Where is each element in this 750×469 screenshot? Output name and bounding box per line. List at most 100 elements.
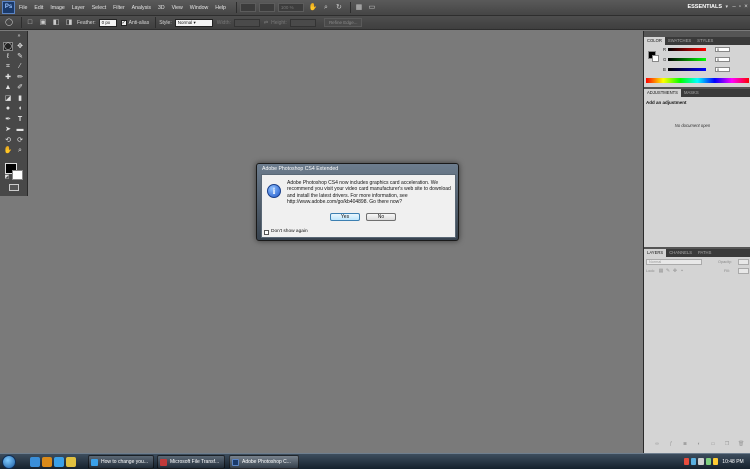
swap-icon[interactable]: ⇄	[264, 20, 268, 26]
color-spectrum-bar[interactable]	[646, 78, 749, 83]
arrange-documents-icon[interactable]: ▦	[354, 3, 364, 12]
hand-tool-icon[interactable]: ✋	[3, 146, 13, 155]
red-slider[interactable]	[668, 48, 706, 51]
dont-show-again-label[interactable]: Don't show again	[271, 229, 308, 234]
shape-tool-icon[interactable]: ▬	[15, 125, 25, 134]
tab-channels[interactable]: CHANNELS	[666, 249, 695, 257]
link-layers-icon[interactable]: ∞	[654, 441, 660, 447]
lock-transparency-icon[interactable]: ▦	[658, 268, 664, 274]
hand-tool-icon[interactable]: ✋	[308, 3, 318, 12]
menu-layer[interactable]: Layer	[72, 5, 85, 11]
yes-button[interactable]: Yes	[330, 213, 360, 221]
tab-layers[interactable]: LAYERS	[644, 249, 667, 257]
zoom-tool-icon[interactable]: ⌕	[15, 146, 25, 155]
internet-explorer-icon[interactable]	[54, 457, 64, 467]
feather-input[interactable]: 0 px	[98, 18, 117, 27]
add-mask-icon[interactable]: ◙	[682, 441, 688, 447]
healing-brush-icon[interactable]: ✚	[3, 73, 13, 82]
blend-mode-select[interactable]: Normal	[646, 259, 702, 265]
workspace-switcher[interactable]: ESSENTIALS	[687, 2, 722, 13]
background-color-swatch[interactable]	[12, 170, 23, 180]
menu-select[interactable]: Select	[92, 5, 106, 11]
lock-all-icon[interactable]: ▪	[679, 268, 685, 274]
3d-orbit-icon[interactable]: ⟳	[15, 136, 25, 145]
new-selection-icon[interactable]: □	[25, 18, 35, 27]
menu-window[interactable]: Window	[190, 5, 208, 11]
clone-stamp-icon[interactable]: ▲	[3, 83, 13, 92]
red-value[interactable]: 0	[715, 47, 730, 52]
dodge-tool-icon[interactable]: ◖	[15, 104, 25, 113]
adjustment-layer-icon[interactable]: ◐	[696, 441, 702, 447]
new-layer-icon[interactable]: ❐	[724, 441, 730, 447]
menu-analysis[interactable]: Analysis	[132, 5, 151, 11]
tray-app-icon[interactable]	[684, 458, 690, 465]
type-tool-icon[interactable]: T	[15, 115, 25, 124]
3d-rotate-icon[interactable]: ⟲	[3, 136, 13, 145]
menu-file[interactable]: File	[19, 5, 27, 11]
zoom-level-field[interactable]: 100 %	[277, 3, 304, 12]
collapse-panel-icon[interactable]: »	[14, 32, 24, 41]
network-icon[interactable]	[691, 458, 697, 465]
quick-mask-icon[interactable]	[9, 184, 19, 191]
menu-help[interactable]: Help	[215, 5, 226, 11]
close-icon[interactable]: ×	[743, 2, 749, 12]
delete-layer-icon[interactable]: 🗑	[738, 441, 744, 447]
eyedropper-icon[interactable]: ⁄	[15, 62, 25, 71]
refine-edge-button[interactable]: Refine Edge...	[323, 18, 363, 27]
menu-view[interactable]: View	[172, 5, 183, 11]
gradient-tool-icon[interactable]: ▮	[15, 94, 25, 103]
explorer-folder-icon[interactable]	[66, 457, 76, 467]
add-selection-icon[interactable]: ▣	[38, 18, 48, 27]
view-extras-button[interactable]	[258, 3, 275, 12]
subtract-selection-icon[interactable]: ◧	[51, 18, 61, 27]
screen-mode-icon[interactable]: ▭	[367, 3, 377, 12]
notification-icon[interactable]	[712, 458, 719, 465]
intersect-selection-icon[interactable]: ◨	[64, 18, 74, 27]
volume-icon[interactable]	[698, 458, 704, 465]
taskbar-item-photoshop[interactable]: Adobe Photoshop C...	[229, 455, 299, 469]
lock-position-icon[interactable]: ✥	[672, 268, 678, 274]
menu-edit[interactable]: Edit	[34, 5, 43, 11]
menu-filter[interactable]: Filter	[113, 5, 125, 11]
color-panel-background[interactable]	[652, 55, 659, 62]
style-select[interactable]: Normal ▾	[174, 18, 213, 27]
start-button[interactable]	[2, 455, 16, 469]
blur-tool-icon[interactable]: ●	[3, 104, 13, 113]
blue-slider[interactable]	[668, 68, 706, 71]
layer-style-icon[interactable]: ƒ	[668, 441, 674, 447]
firefox-icon[interactable]	[42, 457, 52, 467]
crop-tool-icon[interactable]: ⌗	[3, 62, 13, 71]
pen-tool-icon[interactable]: ✒	[3, 115, 13, 124]
history-brush-icon[interactable]: ✐	[15, 83, 25, 92]
menu-image[interactable]: Image	[50, 5, 64, 11]
green-value[interactable]: 0	[715, 57, 730, 62]
power-icon[interactable]	[705, 458, 711, 465]
eraser-tool-icon[interactable]: ◪	[3, 94, 13, 103]
tab-masks[interactable]: MASKS	[681, 89, 702, 97]
tab-paths[interactable]: PATHS	[695, 249, 714, 257]
new-group-icon[interactable]: ▭	[710, 441, 716, 447]
zoom-tool-icon[interactable]: ⌕	[321, 3, 331, 12]
menu-3d[interactable]: 3D	[158, 5, 165, 11]
dont-show-again-checkbox[interactable]	[264, 230, 269, 235]
show-desktop-icon[interactable]	[30, 457, 40, 467]
brush-tool-icon[interactable]: ✏	[15, 73, 25, 82]
opacity-input[interactable]	[738, 259, 749, 265]
tab-color[interactable]: COLOR	[644, 37, 665, 45]
move-tool-icon[interactable]: ✥	[15, 42, 25, 51]
tab-styles[interactable]: STYLES	[694, 37, 716, 45]
green-slider[interactable]	[668, 58, 706, 61]
height-input[interactable]	[289, 18, 316, 27]
taskbar-item-browser[interactable]: How to change you...	[88, 455, 154, 469]
chevron-down-icon[interactable]: ▾	[725, 2, 728, 13]
blue-value[interactable]: 0	[715, 67, 730, 72]
antialias-checkbox[interactable]: ✓	[120, 19, 127, 26]
tab-adjustments[interactable]: ADJUSTMENTS	[644, 89, 681, 97]
fill-input[interactable]	[738, 268, 749, 274]
marquee-preset-icon[interactable]: ◯	[4, 18, 14, 27]
path-selection-icon[interactable]: ➤	[3, 125, 13, 134]
default-colors-icon[interactable]: ◩	[2, 173, 12, 182]
rotate-view-icon[interactable]: ↻	[334, 3, 344, 12]
lock-pixels-icon[interactable]: ✎	[665, 268, 671, 274]
lasso-tool-icon[interactable]: ℓ	[3, 52, 13, 61]
